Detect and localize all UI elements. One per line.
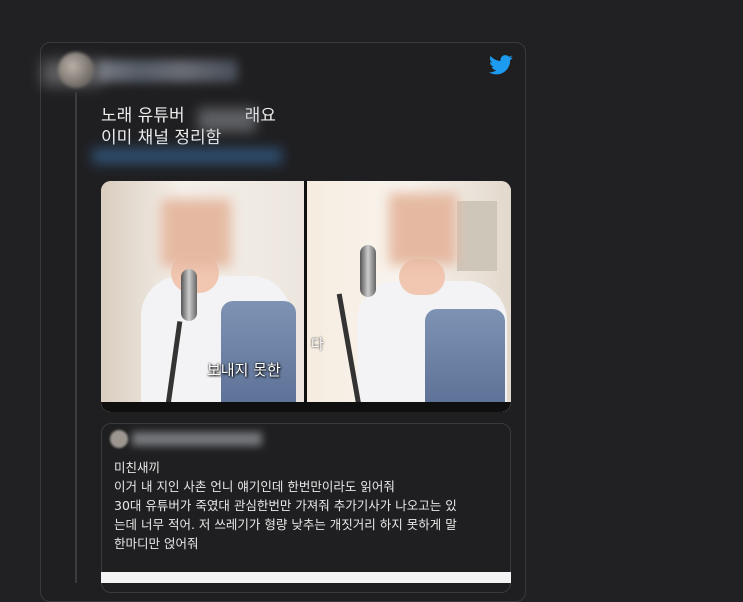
avatar[interactable]	[58, 52, 94, 88]
twitter-icon[interactable]	[489, 55, 513, 75]
author-name-redacted[interactable]	[98, 60, 238, 82]
blurred-face	[161, 199, 231, 267]
blurred-face	[389, 193, 457, 265]
quote-line: 30대 유튜버가 죽였대 관심한번만 가져줘 추가기사가 나오고는 있	[114, 498, 457, 513]
subtitle-right: 다	[311, 337, 324, 353]
thread-line	[75, 92, 77, 583]
quote-media[interactable]	[101, 572, 511, 583]
tweet-line-1: 노래 유튜버	[101, 106, 185, 126]
quote-line: 미친새끼	[114, 460, 161, 475]
media-bottom-bar	[101, 402, 511, 412]
quote-author-redacted[interactable]	[132, 432, 262, 446]
media-image-right[interactable]: 다	[307, 181, 511, 412]
quote-line: 한마디만 얹어줘	[114, 536, 199, 551]
quote-line: 는데 너무 적어. 저 쓰레기가 형량 낮추는 개짓거리 하지 못하게 말	[114, 517, 457, 532]
link-redacted[interactable]	[92, 148, 282, 164]
quote-body: 미친새끼 이거 내 지인 사촌 언니 얘기인데 한번만이라도 읽어줘 30대 유…	[114, 458, 509, 553]
quote-avatar[interactable]	[110, 430, 128, 448]
quote-line: 이거 내 지인 사촌 언니 얘기인데 한번만이라도 읽어줘	[114, 479, 395, 494]
media-image-left[interactable]: 보내지 못한	[101, 181, 304, 412]
tweet-media[interactable]: 보내지 못한 다	[101, 181, 511, 412]
subtitle-left: 보내지 못한	[207, 361, 281, 379]
text-redaction	[198, 108, 256, 132]
